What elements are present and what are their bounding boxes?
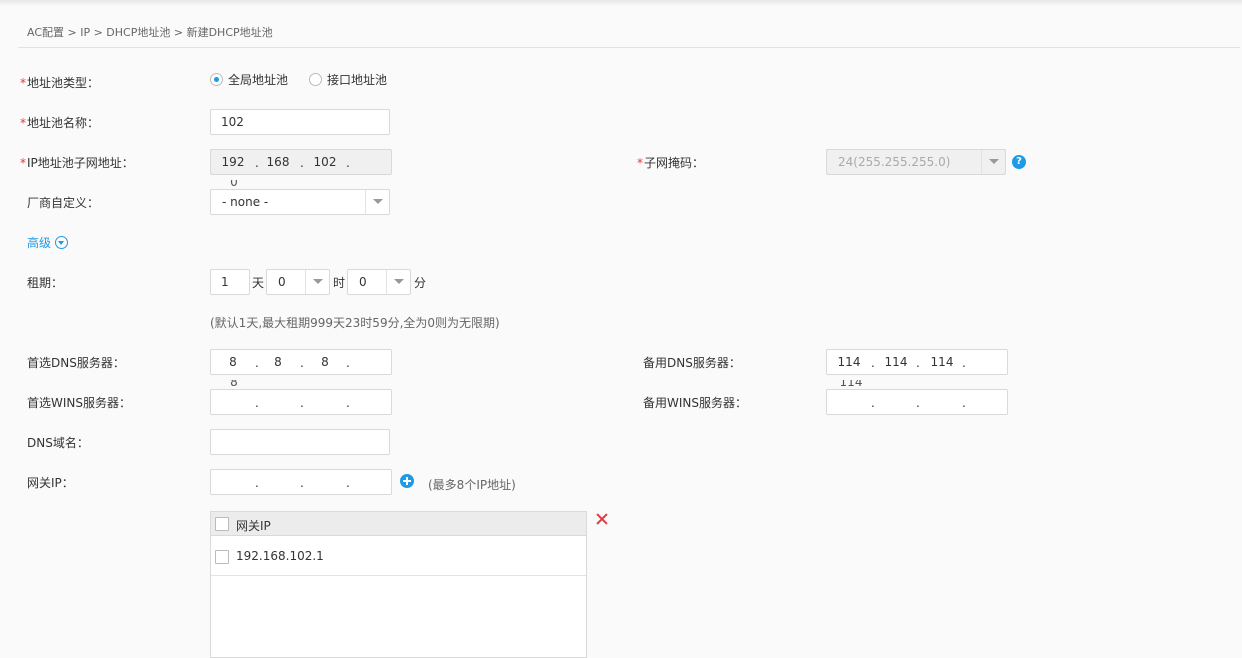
ip-dot: . [916,356,920,370]
primary-dns-input[interactable]: 8 . 8 . 8 . 8 [210,349,392,387]
ip-dot: . [255,476,259,490]
ip-dot: . [962,396,966,410]
ip-dot: . [871,356,875,370]
gateway-hint: (最多8个IP地址) [428,478,516,492]
lease-days-input[interactable]: 1 [210,269,250,295]
gateway-ip-input[interactable]: . . . [210,469,392,495]
chevron-down-icon [365,190,389,214]
subnet-octet-1: 192 [221,155,245,169]
ip-dot: . [916,396,920,410]
ip-dot: . [300,476,304,490]
radio-checked-icon[interactable] [210,73,223,86]
subnet-octet-4: 0 [230,180,238,187]
primary-dns-label: 首选DNS服务器： [27,356,125,370]
radio-unchecked-icon[interactable] [309,73,322,86]
chevron-down-icon [981,150,1005,174]
dns-octet-1: 8 [229,355,237,369]
subnet-label: *IP地址池子网地址： [20,156,134,170]
dns-domain-input[interactable] [210,429,390,455]
ip-dot: . [346,476,350,490]
ip-dot: . [300,156,304,170]
lease-hint: (默认1天,最大租期999天23时59分,全为0则为无限期) [210,316,500,330]
ip-dot: . [255,156,259,170]
mask-select[interactable]: 24(255.255.255.0) [826,149,1006,175]
pool-name-input[interactable]: 102 [210,109,390,135]
subnet-octet-3: 102 [313,155,337,169]
ip-dot: . [346,396,350,410]
dns-octet-4: 8 [230,380,238,387]
chevron-down-icon [386,270,410,294]
dns-octet-2: 114 [884,355,908,369]
ip-dot: . [255,396,259,410]
ip-dot: . [346,356,350,370]
add-gateway-icon[interactable] [400,474,414,488]
table-row[interactable]: 192.168.102.1 [211,537,586,576]
dns-octet-3: 8 [321,355,329,369]
dns-domain-label: DNS域名： [27,436,89,450]
vendor-select[interactable]: - none - [210,189,390,215]
help-icon[interactable]: ? [1012,155,1026,169]
breadcrumb-divider [18,47,1240,48]
backup-wins-input[interactable]: . . . [826,389,1008,415]
ip-dot: . [346,156,350,170]
pool-name-label: *地址池名称： [20,116,100,130]
primary-wins-label: 首选WINS服务器： [27,396,131,410]
lease-minutes-unit: 分 [414,276,427,290]
radio-interface-pool[interactable]: 接口地址池 [309,71,387,88]
dns-octet-4: 114 [839,380,863,387]
delete-icon[interactable] [595,512,609,526]
gateway-ip-cell: 192.168.102.1 [236,549,324,563]
ip-dot: . [962,356,966,370]
lease-minutes-select[interactable]: 0 [347,269,411,295]
top-shadow [0,0,1242,6]
lease-label: 租期： [27,276,64,290]
backup-wins-label: 备用WINS服务器： [643,396,747,410]
radio-global-pool[interactable]: 全局地址池 [210,71,288,88]
select-all-checkbox[interactable] [215,517,229,531]
expand-circle-icon [55,236,69,249]
ip-dot: . [300,356,304,370]
dns-octet-2: 8 [274,355,282,369]
lease-hours-unit: 时 [333,276,346,290]
backup-dns-input[interactable]: 114 . 114 . 114 . 114 [826,349,1008,387]
breadcrumb: AC配置 > IP > DHCP地址池 > 新建DHCP地址池 [27,26,273,39]
lease-days-unit: 天 [252,276,265,290]
subnet-ip-input[interactable]: 192 . 168 . 102 . 0 [210,149,392,187]
ip-dot: . [255,356,259,370]
pool-type-label: *地址池类型： [20,76,100,90]
ip-dot: . [300,396,304,410]
backup-dns-label: 备用DNS服务器： [643,356,741,370]
gateway-table: 网关IP 192.168.102.1 [210,511,587,658]
advanced-toggle[interactable]: 高级 [27,234,69,251]
dns-octet-3: 114 [930,355,954,369]
chevron-down-icon [305,270,329,294]
row-checkbox[interactable] [215,550,229,564]
column-header-gateway-ip: 网关IP [236,519,271,533]
table-header: 网关IP [211,512,586,536]
gateway-ip-label: 网关IP： [27,476,74,490]
lease-hours-select[interactable]: 0 [266,269,330,295]
ip-dot: . [871,396,875,410]
subnet-octet-2: 168 [266,155,290,169]
mask-label: *子网掩码： [637,156,705,170]
dns-octet-1: 114 [837,355,861,369]
primary-wins-input[interactable]: . . . [210,389,392,415]
vendor-label: 厂商自定义： [27,196,100,210]
